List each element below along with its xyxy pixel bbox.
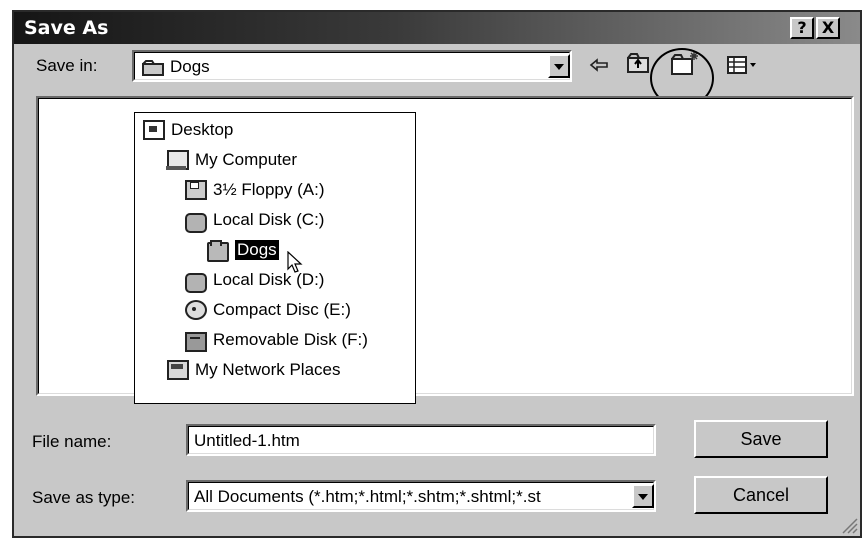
desktop-icon bbox=[143, 120, 165, 140]
back-arrow-icon[interactable] bbox=[588, 54, 610, 76]
help-button[interactable]: ? bbox=[790, 17, 814, 39]
floppy-drive-icon bbox=[185, 180, 207, 200]
close-button[interactable]: X bbox=[816, 17, 840, 39]
cd-drive-icon bbox=[185, 300, 207, 320]
location-item-dogs[interactable]: Dogs bbox=[207, 237, 279, 263]
save-as-type-dropdown-button[interactable] bbox=[632, 484, 654, 508]
location-item-removable-disk[interactable]: Removable Disk (F:) bbox=[185, 327, 368, 353]
location-item-floppy[interactable]: 3½ Floppy (A:) bbox=[185, 177, 325, 203]
location-item-local-disk-c[interactable]: Local Disk (C:) bbox=[185, 207, 324, 233]
resize-grip-icon[interactable] bbox=[840, 516, 858, 534]
dialog-title: Save As bbox=[24, 17, 109, 39]
location-item-compact-disc[interactable]: Compact Disc (E:) bbox=[185, 297, 351, 323]
file-name-label: File name: bbox=[32, 432, 112, 451]
file-name-input[interactable]: Untitled-1.htm bbox=[186, 424, 656, 456]
removable-disk-icon bbox=[185, 332, 207, 352]
my-computer-icon bbox=[166, 150, 189, 170]
title-bar[interactable]: Save As ? X bbox=[14, 12, 860, 44]
mouse-cursor-icon bbox=[287, 250, 305, 275]
hard-disk-icon bbox=[185, 273, 207, 293]
location-item-desktop[interactable]: Desktop bbox=[143, 117, 233, 143]
folder-icon bbox=[207, 240, 229, 262]
location-item-network-places[interactable]: My Network Places bbox=[167, 357, 340, 383]
location-item-my-computer[interactable]: My Computer bbox=[166, 147, 297, 173]
network-places-icon bbox=[167, 360, 189, 380]
up-one-level-icon[interactable] bbox=[626, 52, 650, 74]
hard-disk-icon bbox=[185, 213, 207, 233]
save-in-combobox[interactable]: Dogs bbox=[132, 50, 572, 82]
save-button[interactable]: Save bbox=[694, 420, 828, 458]
save-as-type-combobox[interactable]: All Documents (*.htm;*.html;*.shtm;*.sht… bbox=[186, 480, 656, 512]
save-as-type-label: Save as type: bbox=[32, 488, 136, 507]
save-in-value: Dogs bbox=[170, 57, 210, 76]
save-in-dropdown-button[interactable] bbox=[548, 54, 570, 78]
save-in-dropdown-list[interactable]: Desktop My Computer 3½ Floppy (A:) Local… bbox=[134, 112, 416, 404]
save-in-label: Save in: bbox=[36, 56, 98, 75]
folder-icon bbox=[142, 60, 164, 76]
cancel-button[interactable]: Cancel bbox=[694, 476, 828, 514]
view-menu-icon[interactable] bbox=[726, 54, 764, 76]
save-as-dialog: Save As ? X Save in: Dogs Desktop My Com… bbox=[12, 10, 862, 538]
